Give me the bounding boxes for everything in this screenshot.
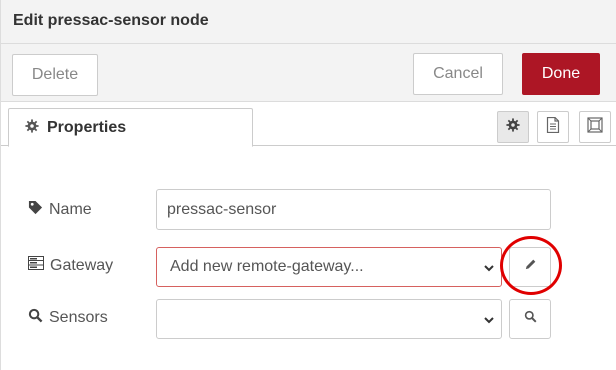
sensors-select[interactable] xyxy=(156,299,502,339)
gateway-label-text: Gateway xyxy=(50,256,114,274)
done-button[interactable]: Done xyxy=(522,53,600,95)
edit-gateway-button[interactable] xyxy=(509,247,551,287)
chevron-down-icon xyxy=(483,313,495,325)
description-tab-button[interactable] xyxy=(537,111,569,143)
form-row-name: Name pressac-sensor xyxy=(1,189,616,231)
name-label-text: Name xyxy=(49,201,92,218)
gear-icon xyxy=(25,119,41,135)
sensors-label: Sensors xyxy=(28,308,108,328)
tab-properties[interactable]: Properties xyxy=(8,108,253,147)
tab-label: Properties xyxy=(47,119,127,136)
cancel-button[interactable]: Cancel xyxy=(413,53,503,95)
edit-node-tray: Edit pressac-sensor node Delete Cancel D… xyxy=(0,0,616,370)
pencil-icon xyxy=(524,258,537,276)
gateway-label: Gateway xyxy=(28,256,113,275)
node-properties-tab-button[interactable] xyxy=(497,111,529,143)
search-icon xyxy=(524,310,537,328)
gear-icon xyxy=(506,117,520,137)
tag-icon xyxy=(28,200,49,220)
tab-bar: Properties xyxy=(1,102,616,147)
name-label: Name xyxy=(28,200,92,220)
form-row-gateway: Gateway Add new remote-gateway... xyxy=(1,245,616,287)
sensors-label-text: Sensors xyxy=(49,309,108,326)
tray-toolbar: Delete Cancel Done xyxy=(1,44,616,102)
tray-header: Edit pressac-sensor node xyxy=(1,0,616,44)
gateway-select[interactable]: Add new remote-gateway... xyxy=(156,247,502,287)
search-sensors-button[interactable] xyxy=(509,299,551,339)
document-icon xyxy=(546,116,560,138)
gateway-select-value: Add new remote-gateway... xyxy=(170,258,364,275)
tray-title: Edit pressac-sensor node xyxy=(13,12,209,29)
layout-icon xyxy=(587,116,603,138)
name-field[interactable]: pressac-sensor xyxy=(156,189,551,230)
search-icon xyxy=(28,308,49,328)
appearance-tab-button[interactable] xyxy=(579,111,611,143)
server-icon xyxy=(28,256,50,275)
delete-button[interactable]: Delete xyxy=(12,54,98,96)
form-row-sensors: Sensors xyxy=(1,297,616,339)
chevron-down-icon xyxy=(483,261,495,273)
